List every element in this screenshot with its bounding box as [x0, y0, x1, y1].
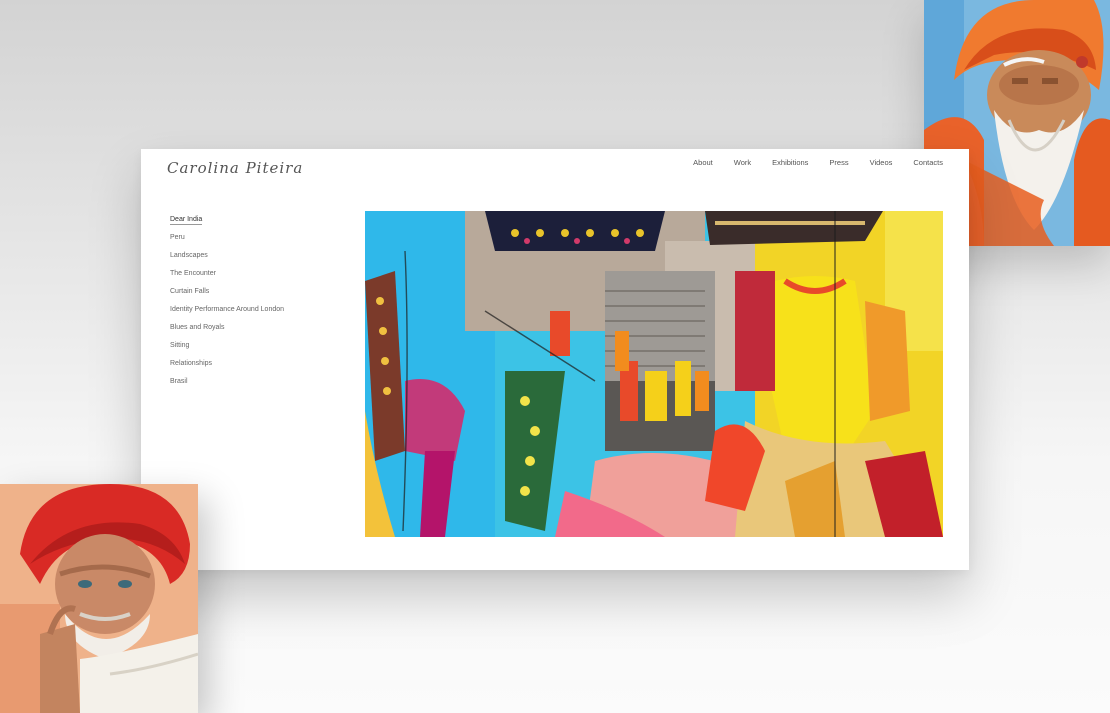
nav-about[interactable]: About [693, 158, 713, 167]
site-logo[interactable]: Carolina Piteira [167, 155, 303, 181]
series-item-the-encounter[interactable]: The Encounter [170, 269, 284, 287]
series-item-blues-and-royals[interactable]: Blues and Royals [170, 323, 284, 341]
series-item-dear-india[interactable]: Dear India [170, 215, 284, 233]
nav-work[interactable]: Work [734, 158, 751, 167]
nav-press[interactable]: Press [829, 158, 848, 167]
series-item-identity-performance[interactable]: Identity Performance Around London [170, 305, 284, 323]
series-item-curtain-falls[interactable]: Curtain Falls [170, 287, 284, 305]
nav-contacts[interactable]: Contacts [913, 158, 943, 167]
top-navigation: About Work Exhibitions Press Videos Cont… [693, 158, 943, 167]
website-preview: Carolina Piteira About Work Exhibitions … [141, 149, 969, 570]
series-item-landscapes[interactable]: Landscapes [170, 251, 284, 269]
series-item-peru[interactable]: Peru [170, 233, 284, 251]
series-item-sitting[interactable]: Sitting [170, 341, 284, 359]
nav-videos[interactable]: Videos [870, 158, 893, 167]
series-item-brasil[interactable]: Brasil [170, 377, 284, 395]
featured-artwork[interactable] [365, 211, 943, 537]
painting-turban-portrait [0, 484, 198, 713]
series-item-relationships[interactable]: Relationships [170, 359, 284, 377]
nav-exhibitions[interactable]: Exhibitions [772, 158, 808, 167]
series-navigation: Dear India Peru Landscapes The Encounter… [170, 215, 284, 395]
